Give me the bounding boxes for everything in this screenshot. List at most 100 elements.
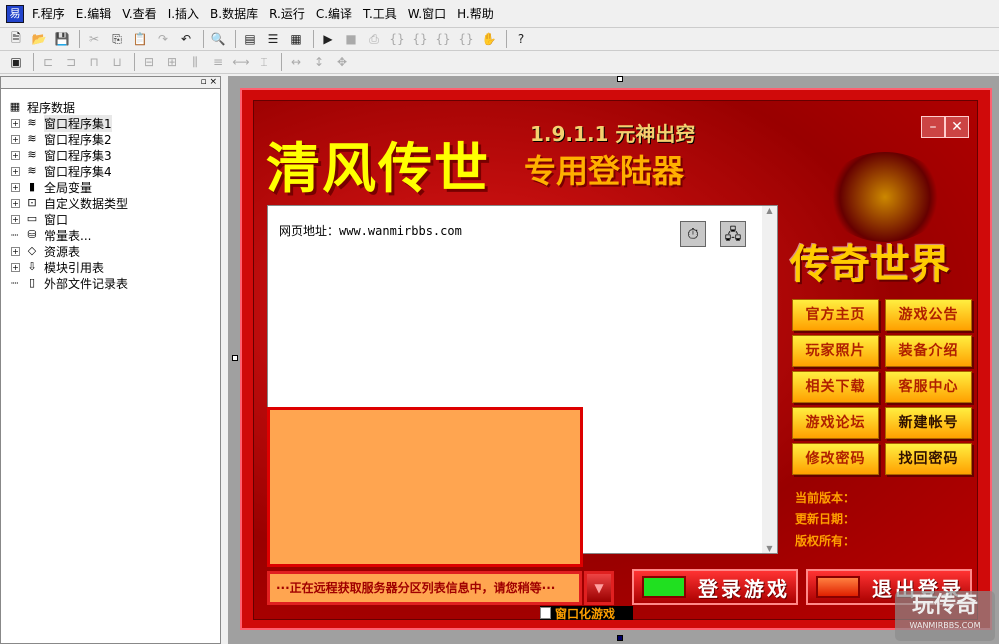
close-panel-icon[interactable]: ▫ × [200,77,217,87]
space-h-icon[interactable]: ⫼ [185,53,205,71]
menu-item-7[interactable]: T.工具 [363,5,397,22]
tree-root[interactable]: ▦ 程序数据 [7,99,220,115]
tree-item[interactable]: + ▮ 全局变量 [7,179,220,195]
form-icon[interactable]: ▣ [6,53,26,71]
tree-item[interactable]: + ≋ 窗口程序集4 [7,163,220,179]
nav-button-2[interactable]: 玩家照片 [792,335,879,367]
nav-button-9[interactable]: 找回密码 [885,443,972,475]
expand-icon[interactable]: + [11,214,20,224]
same-width-icon[interactable]: ↔ [286,53,306,71]
cut-icon[interactable]: ✂ [84,30,104,48]
equal-h-icon[interactable]: ⟷ [231,53,251,71]
run-icon[interactable]: ▶ [318,30,338,48]
expand-icon[interactable]: + [11,198,20,208]
tree-item[interactable]: + ≋ 窗口程序集3 [7,147,220,163]
data-type-icon: ⊡ [27,196,37,209]
nav-button-1[interactable]: 游戏公告 [885,299,972,331]
close-button[interactable]: ✕ [945,116,969,138]
nav-button-4[interactable]: 相关下载 [792,371,879,403]
program-data-icon: ▦ [9,100,21,113]
menu-item-0[interactable]: F.程序 [32,5,65,22]
hand-icon[interactable]: ✋ [479,30,499,48]
step-over-icon[interactable]: {} [410,30,430,48]
tree-item[interactable]: + ◇ 资源表 [7,243,220,259]
expand-icon[interactable]: + [11,118,20,128]
open-icon[interactable]: 📂 [29,30,49,48]
checkbox-icon[interactable] [540,607,551,619]
file-record-icon: ▯ [28,276,36,289]
layout1-icon[interactable]: ▤ [240,30,260,48]
run-to-cursor-icon[interactable]: {} [456,30,476,48]
menu-item-8[interactable]: W.窗口 [408,5,446,22]
layout3-icon[interactable]: ▦ [286,30,306,48]
tree-item[interactable]: ┈ ▯ 外部文件记录表 [7,275,220,291]
menu-item-2[interactable]: V.查看 [122,5,156,22]
expand-icon[interactable]: + [11,134,20,144]
debug-icon[interactable]: ⎙ [364,30,384,48]
expand-icon[interactable]: + [11,262,20,272]
menu-item-4[interactable]: B.数据库 [210,5,258,22]
save-icon[interactable]: 💾 [52,30,72,48]
tree-item-label: 窗口程序集4 [44,164,112,179]
tree-item[interactable]: + ≋ 窗口程序集2 [7,131,220,147]
network-icon[interactable]: 🖧 [720,221,746,247]
tree-item[interactable]: + ⇩ 模块引用表 [7,259,220,275]
undo-icon[interactable]: ↶ [176,30,196,48]
logout-indicator-icon [816,576,860,598]
align-top-icon[interactable]: ⊓ [84,53,104,71]
scroll-up-icon[interactable]: ▲ [762,206,777,215]
tree-item[interactable]: ┈ ⛁ 常量表... [7,227,220,243]
expand-icon[interactable]: + [11,246,20,256]
same-height-icon[interactable]: ↕ [309,53,329,71]
align-right-icon[interactable]: ⊐ [61,53,81,71]
same-size-icon[interactable]: ✥ [332,53,352,71]
new-icon[interactable]: 🗎 [6,30,26,48]
server-list-box[interactable] [267,407,583,567]
layout2-icon[interactable]: ☰ [263,30,283,48]
module-icon: ≋ [27,116,37,129]
equal-v-icon[interactable]: ⌶ [254,53,274,71]
timer-icon[interactable]: ⏱ [680,221,706,247]
step-into-icon[interactable]: {} [387,30,407,48]
space-v-icon[interactable]: ≡ [208,53,228,71]
paste-icon[interactable]: 📋 [130,30,150,48]
menu-item-5[interactable]: R.运行 [269,5,305,22]
expand-icon[interactable]: + [11,182,20,192]
menu-item-9[interactable]: H.帮助 [457,5,494,22]
expand-icon[interactable]: + [11,166,20,176]
step-out-icon[interactable]: {} [433,30,453,48]
copy-icon[interactable]: ⎘ [107,30,127,48]
resize-handle-left[interactable] [232,355,238,361]
tree-item[interactable]: + ≋ 窗口程序集1 [7,114,220,132]
server-dropdown-button[interactable]: ▼ [584,571,614,605]
resize-handle-top[interactable] [617,76,623,82]
resize-handle-bottom[interactable] [617,635,623,641]
tree-item[interactable]: + ⊡ 自定义数据类型 [7,195,220,211]
windowed-game-checkbox[interactable]: 窗口化游戏 [540,606,634,621]
scroll-down-icon[interactable]: ▼ [762,544,777,553]
minimize-button[interactable]: – [921,116,945,138]
tree-item[interactable]: + ▭ 窗口 [7,211,220,227]
menu-item-1[interactable]: E.编辑 [76,5,111,22]
align-left-icon[interactable]: ⊏ [38,53,58,71]
expand-icon[interactable]: + [11,150,20,160]
menu-item-3[interactable]: I.插入 [168,5,199,22]
nav-button-6[interactable]: 游戏论坛 [792,407,879,439]
toolbar-separator [203,30,204,48]
nav-button-7[interactable]: 新建帐号 [885,407,972,439]
nav-button-3[interactable]: 装备介绍 [885,335,972,367]
center-v-icon[interactable]: ⊞ [162,53,182,71]
stop-icon[interactable]: ■ [341,30,361,48]
align-bottom-icon[interactable]: ⊔ [107,53,127,71]
center-h-icon[interactable]: ⊟ [139,53,159,71]
help-binoculars-icon[interactable]: ? [511,30,531,48]
redo-icon[interactable]: ↷ [153,30,173,48]
tree-item-label: 自定义数据类型 [44,196,129,211]
find-icon[interactable]: 🔍 [208,30,228,48]
nav-button-8[interactable]: 修改密码 [792,443,879,475]
menu-item-6[interactable]: C.编译 [316,5,352,22]
login-game-button[interactable]: 登录游戏 [632,569,798,605]
browser-scrollbar[interactable]: ▲ ▼ [762,206,777,553]
nav-button-5[interactable]: 客服中心 [885,371,972,403]
nav-button-0[interactable]: 官方主页 [792,299,879,331]
